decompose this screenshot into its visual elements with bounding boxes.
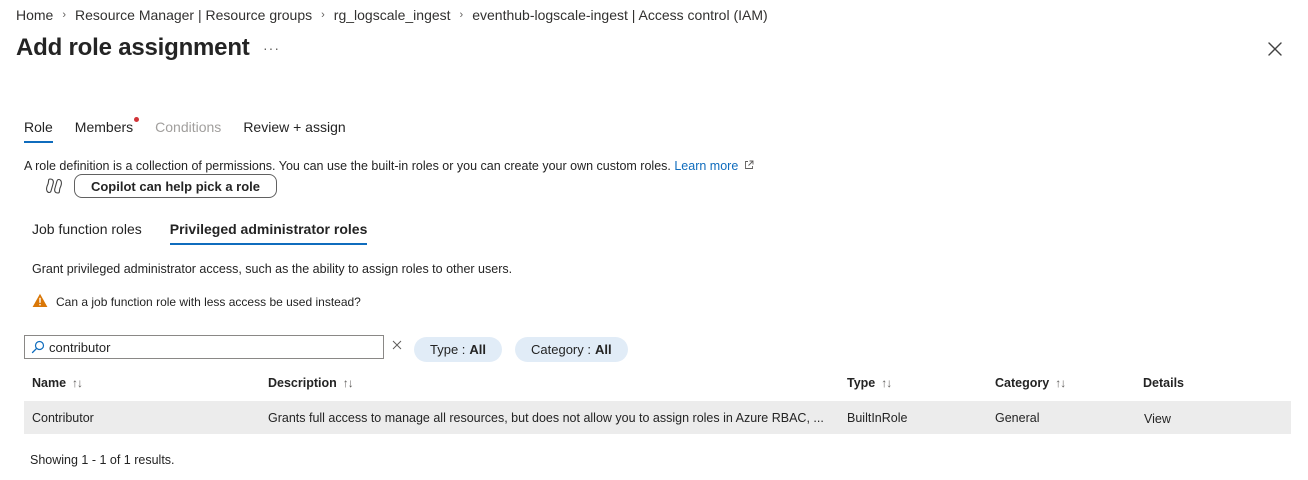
sort-icon[interactable]: ↑↓	[343, 376, 354, 390]
tab-members[interactable]: Members	[75, 117, 140, 143]
role-type-tabs: Job function roles Privileged administra…	[32, 221, 395, 245]
sort-icon[interactable]: ↑↓	[881, 376, 892, 390]
chevron-right-icon: ›	[459, 9, 464, 21]
required-indicator	[134, 117, 140, 122]
tab-role[interactable]: Role	[24, 119, 53, 143]
external-link-icon	[744, 160, 754, 169]
results-count: Showing 1 - 1 of 1 results.	[30, 453, 175, 467]
tab-review-assign[interactable]: Review + assign	[243, 119, 345, 143]
privileged-description: Grant privileged administrator access, s…	[32, 262, 513, 276]
view-details-link[interactable]: View	[1144, 412, 1171, 426]
page-title: Add role assignment	[16, 34, 250, 61]
wizard-tabs: Role Members Conditions Review + assign	[24, 117, 368, 143]
copilot-icon	[46, 178, 62, 194]
copilot-help-button[interactable]: Copilot can help pick a role	[74, 174, 277, 198]
role-definition-description: A role definition is a collection of per…	[24, 159, 754, 173]
cell-type: BuiltInRole	[847, 411, 908, 425]
sort-icon[interactable]: ↑↓	[72, 376, 83, 390]
description-text: A role definition is a collection of per…	[24, 159, 671, 173]
search-input[interactable]	[49, 339, 369, 355]
role-search-box	[24, 335, 384, 359]
column-header-description[interactable]: Description ↑↓	[268, 376, 354, 390]
cell-category: General	[995, 411, 1040, 425]
search-icon	[31, 340, 45, 354]
tab-privileged-administrator-roles[interactable]: Privileged administrator roles	[169, 221, 367, 245]
cell-description: Grants full access to manage all resourc…	[268, 411, 824, 425]
warning-icon	[32, 293, 48, 307]
sort-icon[interactable]: ↑↓	[1055, 376, 1066, 390]
column-header-type[interactable]: Type ↑↓	[847, 376, 892, 390]
tab-job-function-roles[interactable]: Job function roles	[32, 221, 142, 245]
breadcrumb-resource-groups[interactable]: Resource Manager | Resource groups	[75, 7, 312, 23]
clear-search-icon[interactable]	[391, 339, 403, 351]
column-header-details: Details	[1143, 376, 1184, 390]
chevron-right-icon: ›	[62, 9, 67, 21]
type-filter-pill[interactable]: Type : All	[414, 337, 503, 362]
learn-more-link[interactable]: Learn more	[674, 159, 754, 173]
breadcrumb-home[interactable]: Home	[16, 7, 53, 23]
category-filter-pill[interactable]: Category : All	[515, 337, 628, 362]
more-options-icon[interactable]: ···	[263, 40, 280, 56]
column-header-name[interactable]: Name ↑↓	[32, 376, 83, 390]
warning-message: Can a job function role with less access…	[56, 295, 361, 309]
close-icon[interactable]	[1264, 38, 1286, 60]
tab-conditions[interactable]: Conditions	[155, 119, 221, 143]
breadcrumb: Home › Resource Manager | Resource group…	[16, 7, 768, 23]
breadcrumb-access-control[interactable]: eventhub-logscale-ingest | Access contro…	[472, 7, 767, 23]
cell-name: Contributor	[32, 411, 94, 425]
breadcrumb-resource-group[interactable]: rg_logscale_ingest	[334, 7, 451, 23]
chevron-right-icon: ›	[321, 9, 325, 21]
column-header-category[interactable]: Category ↑↓	[995, 376, 1066, 390]
